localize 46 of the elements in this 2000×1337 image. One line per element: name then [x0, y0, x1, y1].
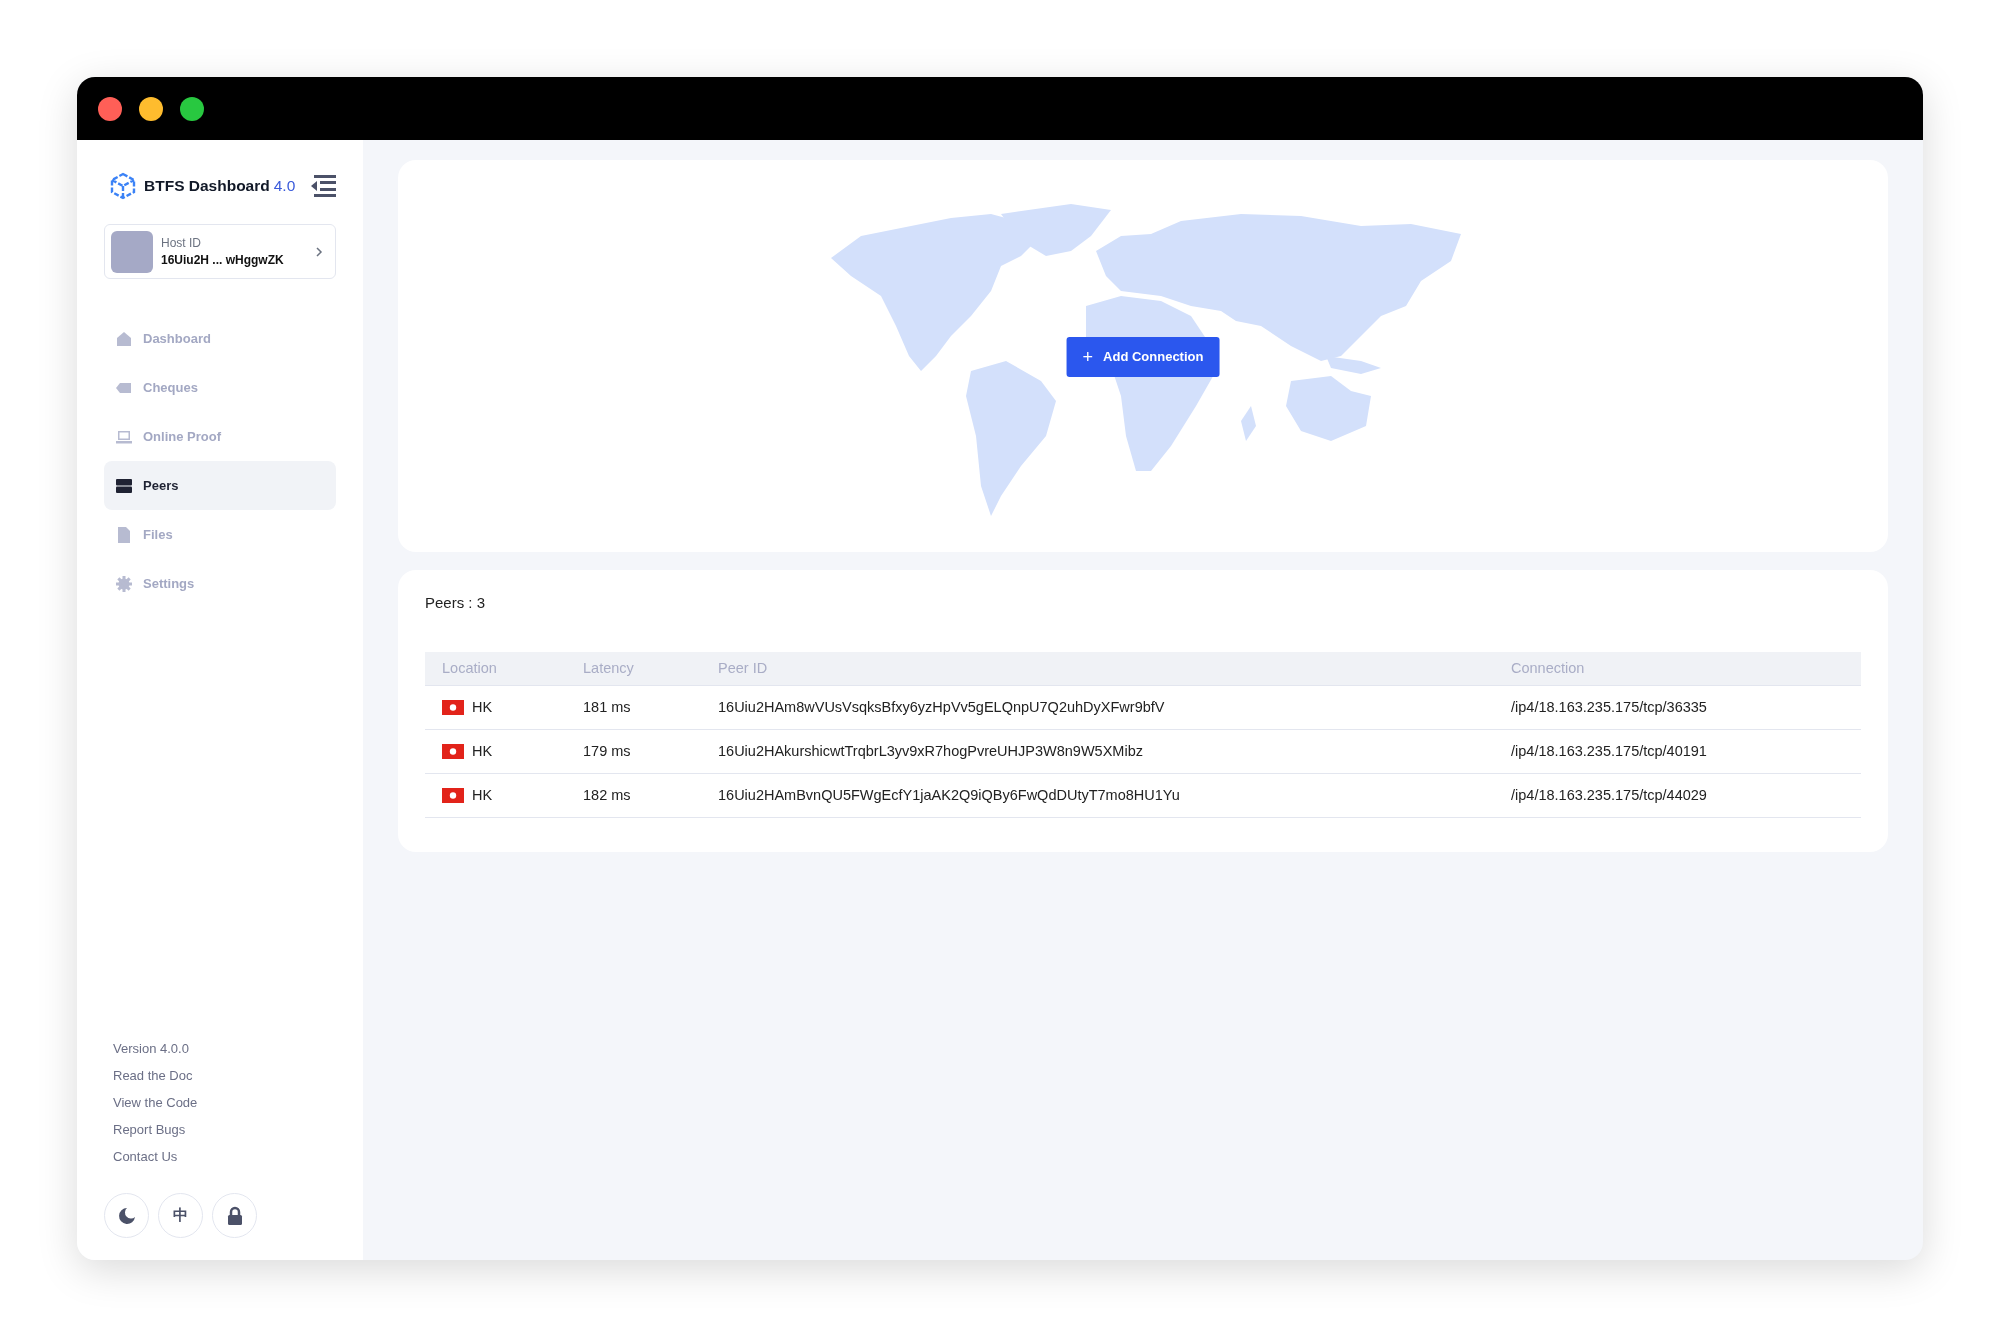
- version-label: 4.0: [273, 176, 296, 197]
- footer-link[interactable]: View the Code: [113, 1093, 336, 1113]
- flag-icon: [442, 744, 464, 759]
- minimize-button[interactable]: [139, 96, 163, 121]
- settings-icon: [115, 574, 133, 593]
- host-id-card[interactable]: Host ID 16Uiu2H ... wHggwZK: [104, 224, 336, 279]
- table-cell-text: 181 ms: [583, 697, 632, 717]
- peers-count: Peers : 3: [425, 594, 487, 612]
- table-cell-text: /ip4/18.163.235.175/tcp/40191: [1511, 741, 1707, 761]
- location-text: HK: [472, 741, 493, 761]
- table-cell-text: 182 ms: [583, 785, 632, 805]
- location-text: HK: [472, 697, 493, 717]
- column-header: Connection: [1511, 658, 1585, 678]
- collapse-menu-icon[interactable]: [310, 174, 336, 198]
- moon-icon: [117, 1206, 136, 1225]
- flag-icon: [442, 788, 464, 803]
- footer-link[interactable]: Read the Doc: [113, 1066, 336, 1086]
- footer-link[interactable]: Report Bugs: [113, 1120, 336, 1140]
- host-id-label: Host ID: [161, 234, 202, 252]
- location-text: HK: [472, 785, 493, 805]
- lock-icon: [226, 1205, 243, 1226]
- host-avatar: [111, 230, 153, 273]
- app-title: BTFS Dashboard: [144, 176, 270, 197]
- plus-icon: +: [1082, 348, 1094, 366]
- table-cell-text: /ip4/18.163.235.175/tcp/44029: [1511, 785, 1707, 805]
- flag-icon: [442, 700, 464, 715]
- server-icon: [115, 476, 133, 495]
- add-connection-button[interactable]: + Add Connection: [1066, 337, 1220, 377]
- close-button[interactable]: [98, 96, 122, 121]
- footer-link[interactable]: Contact Us: [113, 1147, 336, 1167]
- file-icon: [115, 525, 133, 544]
- table-cell-text: 16Uiu2HAkurshicwtTrqbrL3yv9xR7hogPvreUHJP3W8n9W5XMibz: [718, 741, 1144, 761]
- column-header: Location: [441, 658, 498, 678]
- chevron-right-icon: [315, 245, 323, 258]
- version-text: Version 4.0.0: [113, 1040, 190, 1058]
- column-header: Peer ID: [718, 658, 769, 678]
- column-header: Latency: [583, 658, 635, 678]
- table-cell-text: 16Uiu2HAm8wVUsVsqksBfxy6yzHpVv5gELQnpU7Q2uhDyXFwr9bfV: [718, 697, 1166, 717]
- home-icon: [115, 329, 133, 348]
- table-cell-text: 16Uiu2HAmBvnQU5FWgEcfY1jaAK2Q9iQBy6FwQdDUtyT7mo8HU1Yu: [718, 785, 1181, 805]
- table-cell-text: 179 ms: [583, 741, 632, 761]
- zoom-button[interactable]: [180, 96, 204, 121]
- nav-item[interactable]: Peers: [104, 461, 336, 510]
- cube-logo-icon: [110, 172, 136, 200]
- host-id-value: 16Uiu2H ... wHggwZK: [161, 251, 284, 269]
- table-cell-text: /ip4/18.163.235.175/tcp/36335: [1511, 697, 1707, 717]
